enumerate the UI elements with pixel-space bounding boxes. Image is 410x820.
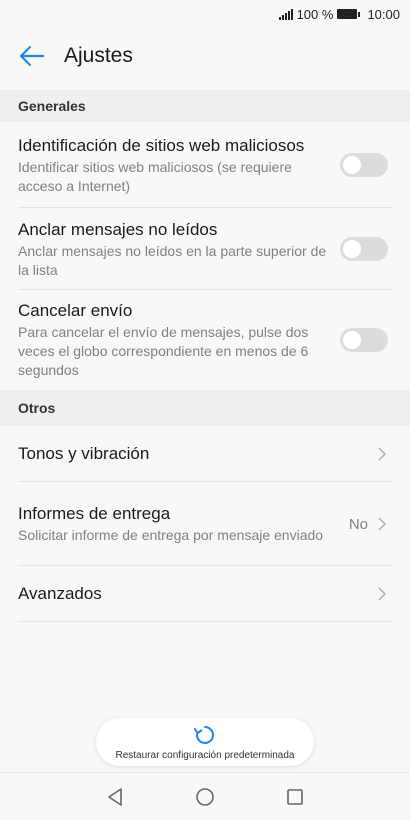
setting-delivery-reports[interactable]: Informes de entrega Solicitar informe de… — [0, 482, 410, 566]
pin-unread-toggle[interactable] — [340, 237, 388, 261]
setting-title: Tonos y vibración — [18, 444, 150, 463]
setting-title: Identificación de sitios web maliciosos — [18, 135, 305, 155]
setting-title: Cancelar envío — [18, 301, 133, 320]
setting-subtitle: Solicitar informe de entrega por mensaje… — [18, 527, 324, 543]
triangle-back-icon — [108, 787, 122, 806]
setting-title: Avanzados — [18, 584, 102, 603]
battery-percent: 100 % — [296, 6, 334, 22]
nav-back-button[interactable] — [95, 777, 135, 817]
setting-malicious-sites[interactable]: Identificación de sitios web maliciosos … — [0, 122, 410, 208]
setting-subtitle: Anclar mensajes no leídos en la parte su… — [18, 242, 327, 278]
setting-pin-unread[interactable]: Anclar mensajes no leídos Anclar mensaje… — [0, 208, 410, 290]
setting-cancel-send[interactable]: Cancelar envío Para cancelar el envío de… — [0, 290, 410, 390]
divider — [18, 621, 392, 622]
restore-defaults-button[interactable]: Restaurar configuración predeterminada — [96, 718, 314, 766]
chevron-right-icon — [376, 516, 388, 532]
setting-title: Informes de entrega — [18, 504, 171, 523]
system-nav-bar — [0, 772, 410, 820]
chevron-right-icon — [376, 586, 388, 602]
setting-title: Anclar mensajes no leídos — [18, 219, 218, 239]
signal-icon — [278, 8, 293, 20]
setting-subtitle: Identificar sitios web maliciosos (se re… — [18, 158, 292, 194]
status-bar: 100 % 10:00 — [0, 0, 410, 28]
restore-defaults-label: Restaurar configuración predeterminada — [115, 749, 295, 761]
back-button[interactable] — [18, 42, 46, 70]
nav-recents-button[interactable] — [275, 777, 315, 817]
clock: 10:00 — [367, 6, 400, 22]
malicious-sites-toggle[interactable] — [340, 153, 388, 177]
chevron-right-icon — [376, 446, 388, 462]
circle-home-icon — [196, 787, 214, 806]
delivery-reports-value: No — [348, 515, 368, 533]
back-arrow-icon — [20, 46, 44, 66]
section-header-generales: Generales — [0, 90, 410, 122]
page-title: Ajustes — [64, 44, 133, 67]
nav-home-button[interactable] — [185, 777, 225, 817]
refresh-icon — [194, 725, 214, 744]
square-recents-icon — [287, 788, 303, 805]
battery-icon — [337, 9, 361, 19]
section-header-otros: Otros — [0, 390, 410, 426]
setting-subtitle: Para cancelar el envío de mensajes, puls… — [18, 324, 309, 378]
app-bar: Ajustes — [0, 28, 410, 84]
cancel-send-toggle[interactable] — [340, 328, 388, 352]
setting-advanced[interactable]: Avanzados — [0, 566, 410, 622]
setting-tones-vibration[interactable]: Tonos y vibración — [0, 426, 410, 482]
